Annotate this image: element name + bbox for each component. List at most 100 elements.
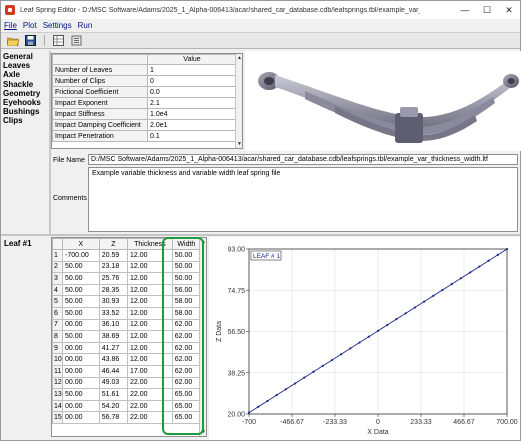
- cell-z[interactable]: 33.52: [98, 306, 129, 320]
- cell-thickness[interactable]: 12.00: [127, 272, 173, 285]
- prop-value[interactable]: 2.1: [147, 97, 237, 109]
- cell-z[interactable]: 23.18: [98, 260, 129, 274]
- cell-z[interactable]: 54.20: [98, 399, 129, 413]
- nav-geometry[interactable]: Geometry: [3, 89, 49, 98]
- nav-axle[interactable]: Axle: [3, 70, 49, 79]
- cell-width[interactable]: 62.00: [171, 341, 202, 355]
- nav-shackle[interactable]: Shackle: [3, 80, 49, 89]
- cell-thickness[interactable]: 17.00: [127, 364, 173, 378]
- cell-thickness[interactable]: 22.00: [127, 399, 173, 413]
- cell-z[interactable]: 30.93: [98, 295, 129, 308]
- cell-thickness[interactable]: 12.00: [127, 306, 173, 320]
- cell-width[interactable]: 50.00: [171, 272, 202, 285]
- cell-x[interactable]: 50.00: [62, 260, 100, 274]
- cell-x[interactable]: 50.00: [62, 295, 100, 308]
- cell-width[interactable]: 62.00: [171, 376, 202, 390]
- properties-icon[interactable]: [70, 35, 83, 47]
- cell-thickness[interactable]: 12.00: [127, 283, 173, 297]
- nav-eyehooks[interactable]: Eyehooks: [3, 98, 49, 107]
- cell-thickness[interactable]: 22.00: [127, 411, 173, 424]
- nav-clips[interactable]: Clips: [3, 116, 49, 125]
- scroll-up-icon[interactable]: ▲: [236, 54, 242, 62]
- cell-z[interactable]: 41.27: [98, 341, 129, 355]
- cell-z[interactable]: 20.59: [98, 249, 129, 262]
- prop-value[interactable]: 1.0e4: [147, 108, 237, 120]
- comments-field[interactable]: Example variable thickness and variable …: [88, 167, 518, 232]
- menu-plot[interactable]: Plot: [20, 21, 40, 30]
- cell-width[interactable]: 62.00: [171, 364, 202, 378]
- cell-x[interactable]: 50.00: [62, 283, 100, 297]
- prop-value[interactable]: 0.0: [147, 86, 237, 98]
- cell-x[interactable]: 50.00: [62, 272, 100, 285]
- cell-x[interactable]: 50.00: [62, 388, 100, 401]
- cell-x[interactable]: 00.00: [62, 341, 100, 355]
- cell-z[interactable]: 43.86: [98, 353, 129, 366]
- cell-width[interactable]: 65.00: [171, 388, 202, 401]
- leaf-header-z[interactable]: Z: [98, 238, 129, 250]
- cell-thickness[interactable]: 12.00: [127, 341, 173, 355]
- cell-thickness[interactable]: 12.00: [127, 295, 173, 308]
- horizontal-splitter[interactable]: [1, 234, 520, 236]
- cell-x[interactable]: 00.00: [62, 353, 100, 366]
- cell-z[interactable]: 51.61: [98, 388, 129, 401]
- scroll-up-icon[interactable]: ▲: [200, 238, 206, 246]
- cell-x[interactable]: 00.00: [62, 399, 100, 413]
- close-button[interactable]: ✕: [498, 1, 520, 19]
- leaf-header-width[interactable]: Width: [171, 238, 202, 250]
- cell-z[interactable]: 49.03: [98, 376, 129, 390]
- cell-thickness[interactable]: 12.00: [127, 330, 173, 343]
- cell-z[interactable]: 46.44: [98, 364, 129, 378]
- cell-width[interactable]: 62.00: [171, 318, 202, 332]
- leaf-table-scrollbar[interactable]: ▲ ▼: [199, 238, 206, 436]
- scroll-down-icon[interactable]: ▼: [236, 140, 242, 148]
- open-folder-icon[interactable]: [6, 35, 19, 47]
- cell-x[interactable]: 50.00: [62, 330, 100, 343]
- leaf-header-x[interactable]: X: [62, 238, 100, 250]
- scroll-down-icon[interactable]: ▼: [200, 428, 206, 436]
- cell-thickness[interactable]: 12.00: [127, 249, 173, 262]
- cell-x[interactable]: 00.00: [62, 364, 100, 378]
- cell-width[interactable]: 65.00: [171, 399, 202, 413]
- cell-z[interactable]: 38.69: [98, 330, 129, 343]
- prop-value[interactable]: 0.1: [147, 130, 237, 142]
- menu-settings[interactable]: Settings: [40, 21, 75, 30]
- cell-z[interactable]: 36.10: [98, 318, 129, 332]
- maximize-button[interactable]: ☐: [476, 1, 498, 19]
- save-icon[interactable]: [24, 35, 37, 47]
- cell-x[interactable]: 00.00: [62, 411, 100, 424]
- properties-scrollbar[interactable]: ▲ ▼: [235, 54, 242, 148]
- prop-value[interactable]: 2.0e1: [147, 119, 237, 131]
- cell-thickness[interactable]: 12.00: [127, 318, 173, 332]
- menu-file[interactable]: File: [1, 21, 20, 30]
- minimize-button[interactable]: —: [454, 1, 476, 19]
- cell-thickness[interactable]: 12.00: [127, 353, 173, 366]
- cell-thickness[interactable]: 12.00: [127, 260, 173, 274]
- cell-width[interactable]: 62.00: [171, 353, 202, 366]
- cell-z[interactable]: 56.78: [98, 411, 129, 424]
- cell-width[interactable]: 58.00: [171, 306, 202, 320]
- cell-width[interactable]: 58.00: [171, 295, 202, 308]
- cell-width[interactable]: 50.00: [171, 260, 202, 274]
- nav-general[interactable]: General: [3, 52, 49, 61]
- nav-bushings[interactable]: Bushings: [3, 107, 49, 116]
- cell-thickness[interactable]: 22.00: [127, 376, 173, 390]
- cell-x[interactable]: 00.00: [62, 318, 100, 332]
- cell-width[interactable]: 65.00: [171, 411, 202, 424]
- cell-x[interactable]: -700.00: [62, 249, 100, 262]
- cell-width[interactable]: 62.00: [171, 330, 202, 343]
- cell-width[interactable]: 56.00: [171, 283, 202, 297]
- cell-z[interactable]: 25.76: [98, 272, 129, 285]
- leaf-spring-3d-view[interactable]: [245, 51, 521, 151]
- cell-z[interactable]: 28.35: [98, 283, 129, 297]
- cell-thickness[interactable]: 22.00: [127, 388, 173, 401]
- leaf-header-thickness[interactable]: Thickness: [127, 238, 173, 250]
- cell-width[interactable]: 50.00: [171, 249, 202, 262]
- cell-x[interactable]: 00.00: [62, 376, 100, 390]
- leaf-plot[interactable]: -700 -466.67 -233.33 0 233.33 466.67 700.00 20.…: [209, 237, 520, 440]
- table-icon[interactable]: [52, 35, 65, 47]
- file-name-field[interactable]: D:/MSC Software/Adams/2025_1_Alpha-00641…: [88, 154, 518, 165]
- cell-x[interactable]: 50.00: [62, 306, 100, 320]
- prop-value[interactable]: 1: [147, 64, 237, 76]
- prop-value[interactable]: 0: [147, 75, 237, 87]
- menu-run[interactable]: Run: [75, 21, 96, 30]
